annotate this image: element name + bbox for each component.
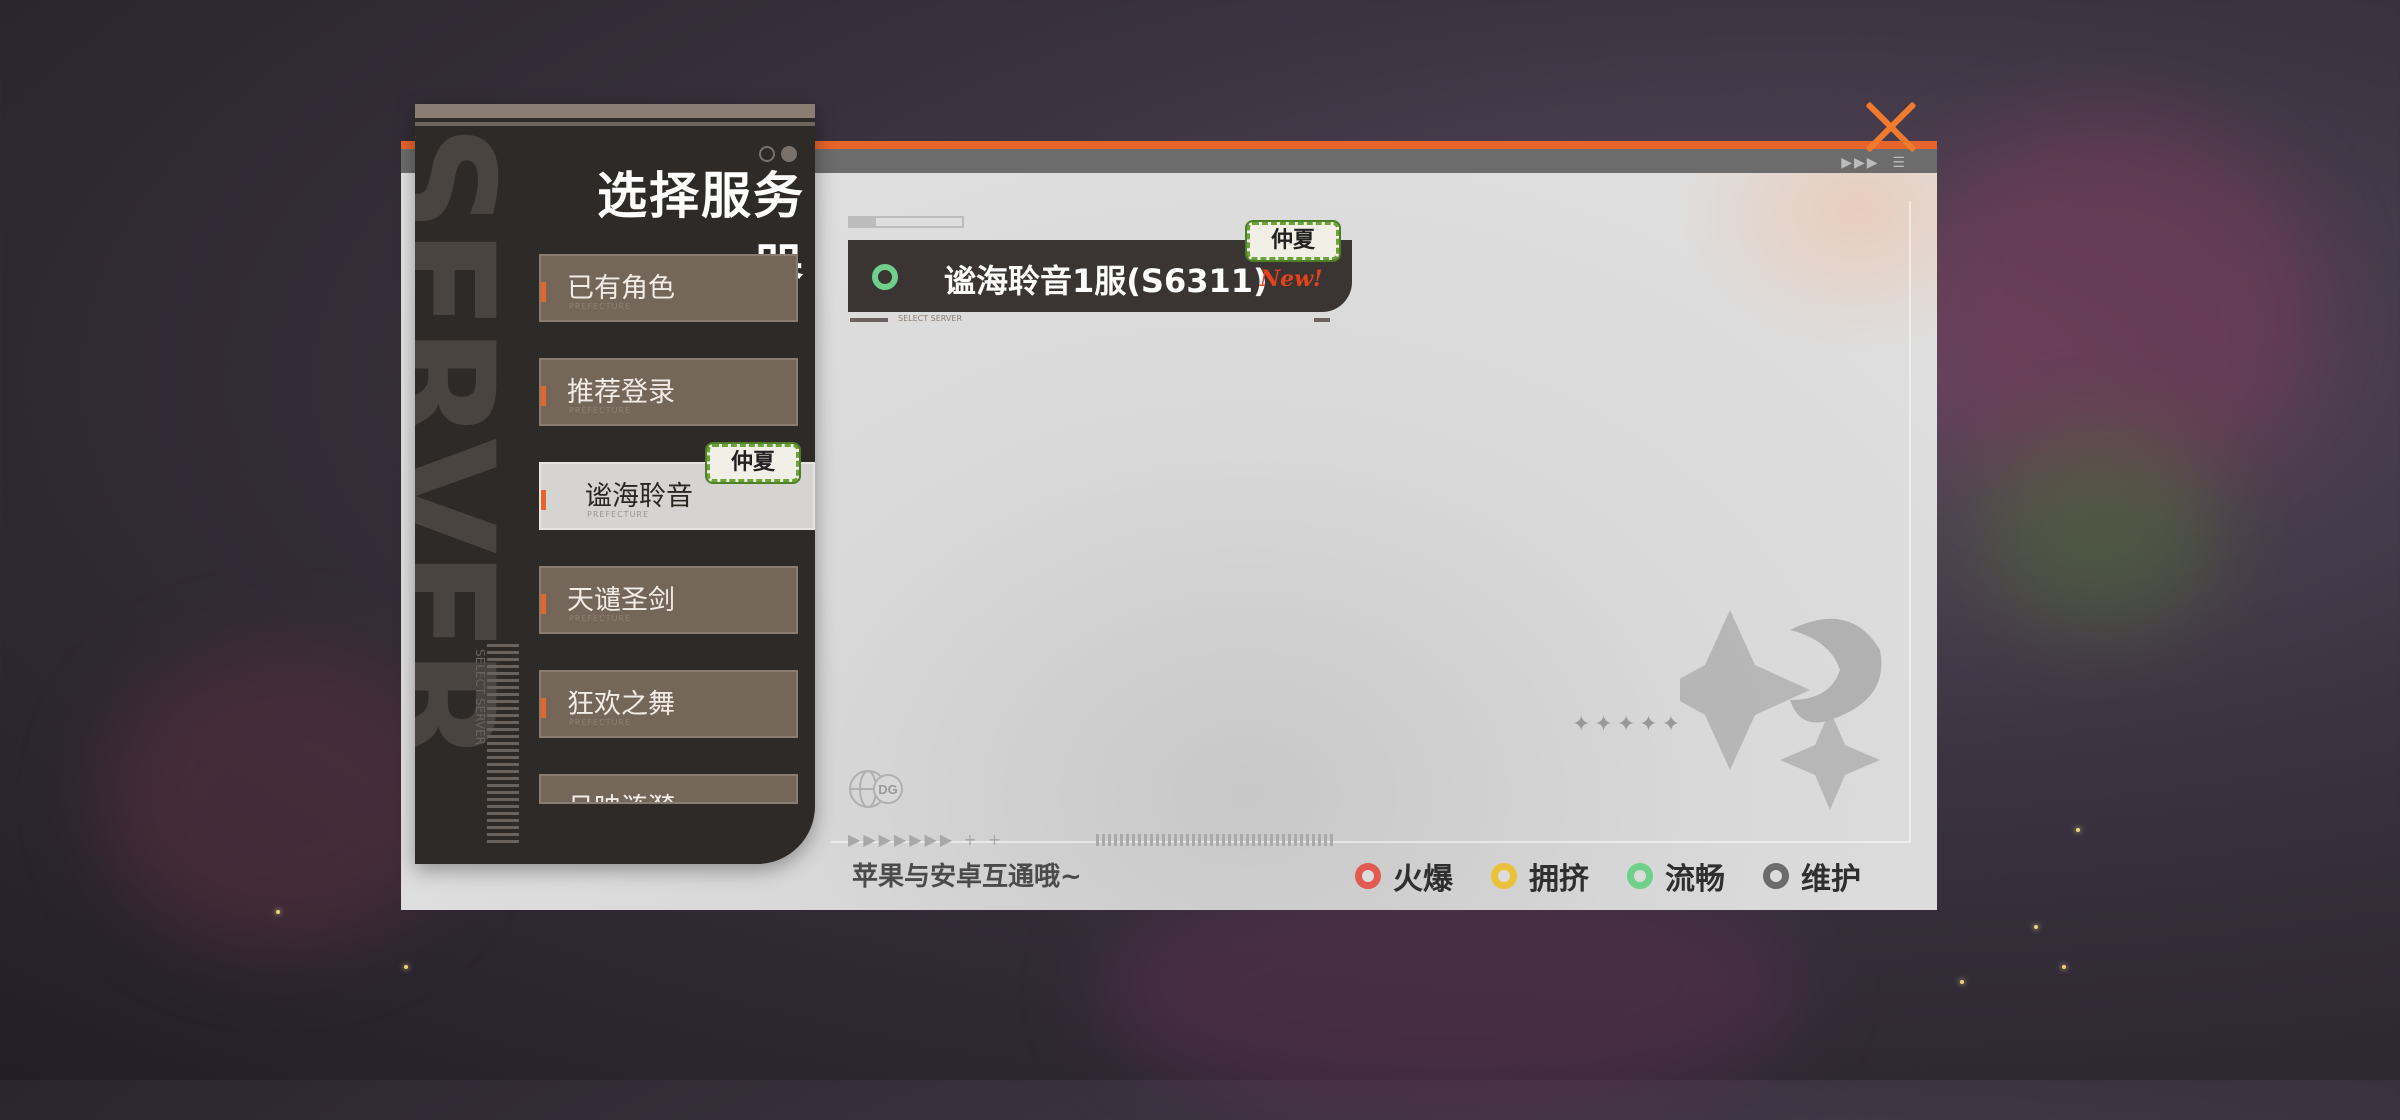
- sidebar-stripe: [415, 104, 815, 118]
- legend-label: 火爆: [1393, 862, 1453, 897]
- cross-platform-note: 苹果与安卓互通哦~: [852, 862, 1082, 892]
- sidebar-item-sub: PREFECTURE: [569, 302, 632, 311]
- svg-text:DG: DG: [878, 782, 898, 797]
- barcode-deco: [1096, 834, 1336, 846]
- sidebar-item-label: 狂欢之舞: [567, 689, 675, 720]
- sidebar-item-sub: PREFECTURE: [587, 510, 650, 519]
- sidebar-item-kuanghuan-zhiwu[interactable]: 狂欢之舞 PREFECTURE: [539, 670, 798, 738]
- season-tag: 仲夏: [705, 442, 801, 484]
- sidebar-item-sub: PREFECTURE: [569, 718, 632, 727]
- sidebar-item-label: 谧海聆音: [585, 481, 693, 512]
- legend-label: 拥挤: [1529, 862, 1589, 897]
- arrows-deco: ▶▶▶▶▶▶▶ + +: [848, 830, 1005, 849]
- category-menu: 已有角色 PREFECTURE 推荐登录 PREFECTURE 谧海聆音 PRE…: [539, 254, 815, 840]
- item-accent: [541, 490, 546, 510]
- sidebar-item-yueying-lianyi[interactable]: 月映涟漪: [539, 774, 798, 804]
- card-foot-caption: SELECT SERVER: [898, 314, 962, 323]
- sparkle: [2034, 925, 2038, 929]
- sidebar-barcode: [487, 644, 519, 844]
- sidebar-item-label: 月映涟漪: [567, 786, 675, 802]
- sidebar-item-label: 推荐登录: [567, 377, 675, 408]
- server-category-sidebar: SERVER SELECT SERVER 选择服务器 已有角色 PREFECTU…: [415, 104, 815, 864]
- globe-icon: DG: [849, 770, 903, 808]
- sidebar-item-sub: PREFECTURE: [569, 614, 632, 623]
- legend-item-maintenance: 维护: [1763, 854, 1861, 898]
- status-smooth-icon: [1627, 863, 1653, 889]
- legend-item-crowded: 拥挤: [1491, 854, 1589, 898]
- item-accent: [541, 698, 546, 718]
- sidebar-item-recommended[interactable]: 推荐登录 PREFECTURE: [539, 358, 798, 426]
- topbar-arrows-icon: ▶▶▶ ☰: [1841, 155, 1907, 171]
- item-accent: [541, 386, 546, 406]
- item-accent: [541, 282, 546, 302]
- sidebar-item-label: 天谴圣剑: [567, 585, 675, 616]
- dragon-emblem-icon: [1680, 610, 1882, 810]
- status-hot-icon: [1355, 863, 1381, 889]
- dots-deco: ✦✦✦✦✦: [1572, 712, 1685, 737]
- sparkle: [2062, 965, 2066, 969]
- legend-item-hot: 火爆: [1355, 854, 1453, 898]
- legend-label: 维护: [1801, 862, 1861, 897]
- background-blob: [1980, 430, 2220, 630]
- server-name: 谧海聆音1服(S6311): [944, 262, 1268, 300]
- close-button[interactable]: [1862, 98, 1920, 156]
- sidebar-item-existing-characters[interactable]: 已有角色 PREFECTURE: [539, 254, 798, 322]
- card-foot-bar: [1314, 318, 1330, 322]
- sparkle: [2076, 828, 2080, 832]
- legend-label: 流畅: [1665, 862, 1725, 897]
- sidebar-item-sub: PREFECTURE: [569, 406, 632, 415]
- sidebar-item-tianqian-shengjian[interactable]: 天谴圣剑 PREFECTURE: [539, 566, 798, 634]
- sparkle: [1960, 980, 1964, 984]
- sparkle: [276, 910, 280, 914]
- status-smooth-icon: [872, 264, 898, 290]
- status-crowded-icon: [1491, 863, 1517, 889]
- sparkle: [404, 965, 408, 969]
- card-foot-bar: [850, 318, 888, 322]
- status-maintenance-icon: [1763, 863, 1789, 889]
- new-badge: New!: [1260, 266, 1323, 292]
- card-top-deco: [848, 216, 964, 228]
- item-accent: [541, 594, 546, 614]
- status-legend: 火爆 拥挤 流畅 维护: [1355, 854, 1861, 898]
- sidebar-item-label: 已有角色: [567, 273, 675, 304]
- legend-item-smooth: 流畅: [1627, 854, 1725, 898]
- server-season-tag: 仲夏: [1245, 220, 1341, 262]
- sidebar-vertical-caption: SELECT SERVER: [473, 649, 487, 745]
